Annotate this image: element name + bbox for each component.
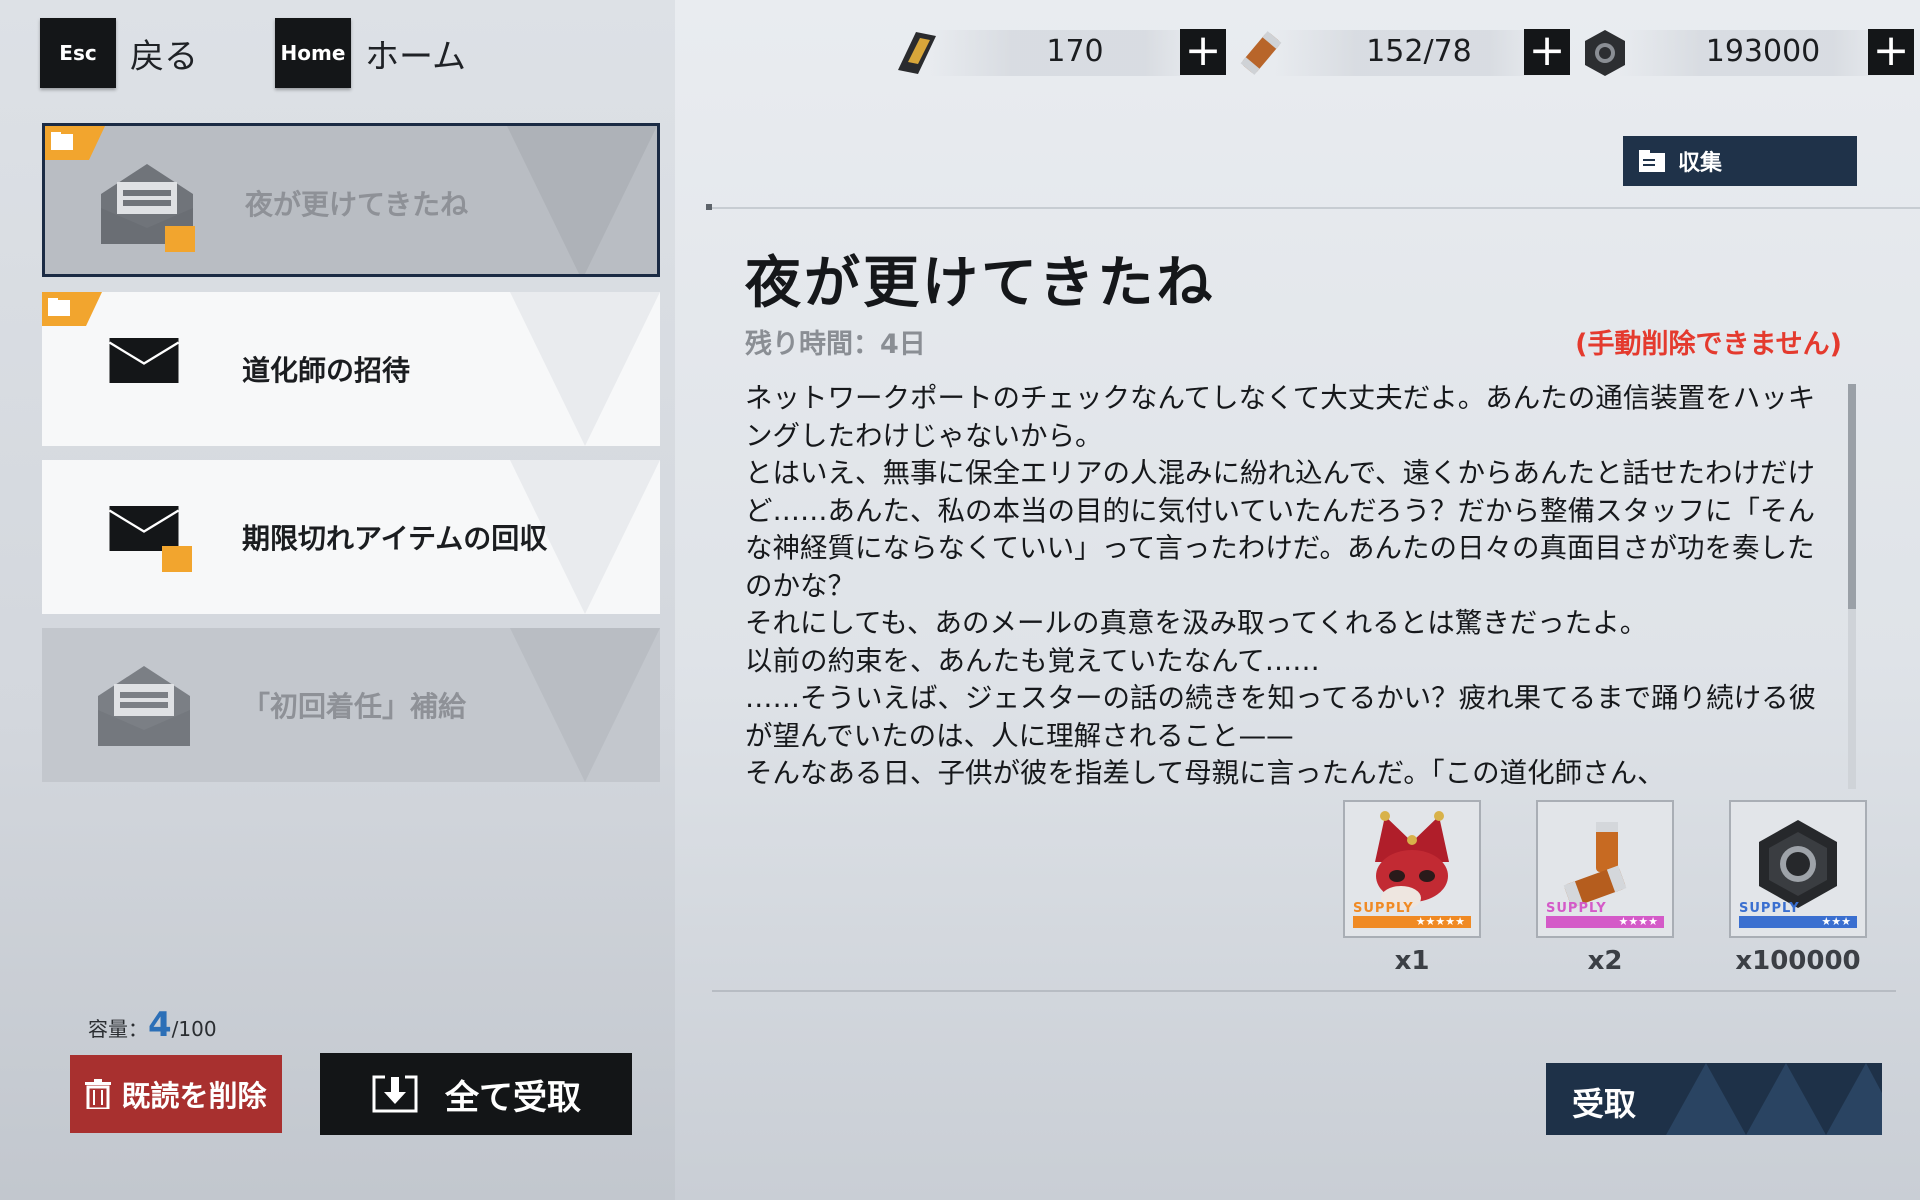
header-divider: [706, 204, 1920, 210]
add-battery-button[interactable]: +: [1524, 29, 1570, 75]
battery-capsule-icon: [1240, 31, 1282, 75]
home-nav[interactable]: Home ホーム: [275, 18, 466, 88]
scrollbar-thumb[interactable]: [1848, 384, 1856, 609]
opened-envelope-icon: [98, 666, 190, 746]
cannot-delete-warning: (手動削除できません): [1575, 329, 1842, 360]
triangle-decoration: [510, 292, 660, 446]
mail-title-1: 夜が更けてきたね: [245, 188, 469, 221]
delete-read-button[interactable]: 既読を削除: [70, 1055, 282, 1133]
currency-ticket-value: 170: [1046, 34, 1104, 69]
trash-icon: [85, 1079, 112, 1109]
triangle-decoration: [507, 126, 657, 274]
mail-item-2[interactable]: 道化師の招待: [42, 292, 660, 446]
back-label: 戻る: [130, 36, 198, 77]
home-key-badge: Home: [275, 18, 351, 88]
currency-ticket: 170 +: [890, 26, 1226, 80]
reward-supply-label: SUPPLY: [1353, 901, 1414, 916]
reward-qty-2: x2: [1587, 946, 1623, 976]
reward-item-3[interactable]: SUPPLY ★★★: [1729, 800, 1867, 938]
capacity-label: 容量：: [88, 1017, 148, 1041]
esc-key-badge: Esc: [40, 18, 116, 88]
download-icon: [372, 1075, 418, 1113]
reward-qty-3: x100000: [1735, 946, 1861, 976]
capacity-max: /100: [171, 1017, 217, 1041]
reward-qty-1: x1: [1394, 946, 1430, 976]
closed-envelope-icon: [108, 338, 180, 383]
folder-icon: [1639, 150, 1665, 172]
mail-item-3[interactable]: 期限切れアイテムの回収: [42, 460, 660, 614]
claim-all-label: 全て受取: [445, 1077, 581, 1118]
currency-battery: 152/78 +: [1234, 26, 1570, 80]
receive-label: 受取: [1572, 1085, 1637, 1123]
currency-nut: 193000 +: [1578, 26, 1914, 80]
reward-item-2[interactable]: SUPPLY ★★★★: [1536, 800, 1674, 938]
claim-all-button[interactable]: 全て受取: [320, 1053, 632, 1135]
mail-item-1[interactable]: 夜が更けてきたね: [42, 123, 660, 277]
add-nut-button[interactable]: +: [1868, 29, 1914, 75]
rarity-stars: ★★★: [1821, 915, 1851, 928]
mail-list-panel: Esc 戻る Home ホーム 夜が更けてきたね 道化師の招待 期限切れアイテム…: [0, 0, 675, 1200]
reward-supply-label: SUPPLY: [1546, 901, 1607, 916]
currency-battery-value: 152/78: [1366, 34, 1472, 69]
rarity-stars: ★★★★★: [1415, 915, 1465, 928]
rarity-stars: ★★★★: [1618, 915, 1658, 928]
home-label: ホーム: [365, 36, 466, 77]
delete-read-label: 既読を削除: [121, 1079, 267, 1113]
attachment-box-icon: [165, 226, 195, 252]
add-ticket-button[interactable]: +: [1180, 29, 1226, 75]
hex-nut-icon: [1585, 30, 1625, 76]
attachment-box-icon: [162, 546, 192, 572]
capacity-current: 4: [148, 1005, 172, 1045]
mail-body-text[interactable]: ネットワークポートのチェックなんてしなくて大丈夫だよ。あんたの通信装置をハッキン…: [745, 380, 1825, 790]
mail-title-2: 道化師の招待: [242, 354, 411, 387]
currency-nut-value: 193000: [1705, 34, 1821, 69]
receive-button[interactable]: 受取: [1546, 1063, 1882, 1135]
folder-tag-icon: [45, 126, 105, 160]
mail-item-4[interactable]: 「初回着任」補給: [42, 628, 660, 782]
reward-item-1[interactable]: SUPPLY ★★★★★: [1343, 800, 1481, 938]
reward-supply-label: SUPPLY: [1739, 901, 1800, 916]
mail-detail-title: 夜が更けてきたね: [745, 251, 1216, 316]
body-scrollbar[interactable]: [1848, 384, 1856, 789]
folder-tag-icon: [42, 292, 102, 326]
remaining-time: 残り時間：4日: [745, 329, 926, 360]
collect-button[interactable]: 収集: [1623, 136, 1857, 186]
gold-ticket-icon: [898, 32, 936, 74]
mailbox-capacity: 容量：4/100: [88, 1005, 217, 1045]
triangle-decoration: [510, 628, 660, 782]
mail-title-4: 「初回着任」補給: [242, 690, 467, 723]
mail-title-3: 期限切れアイテムの回収: [242, 522, 548, 555]
collect-label: 収集: [1678, 151, 1723, 176]
back-nav[interactable]: Esc 戻る: [40, 18, 198, 88]
rewards-divider: [712, 990, 1896, 992]
